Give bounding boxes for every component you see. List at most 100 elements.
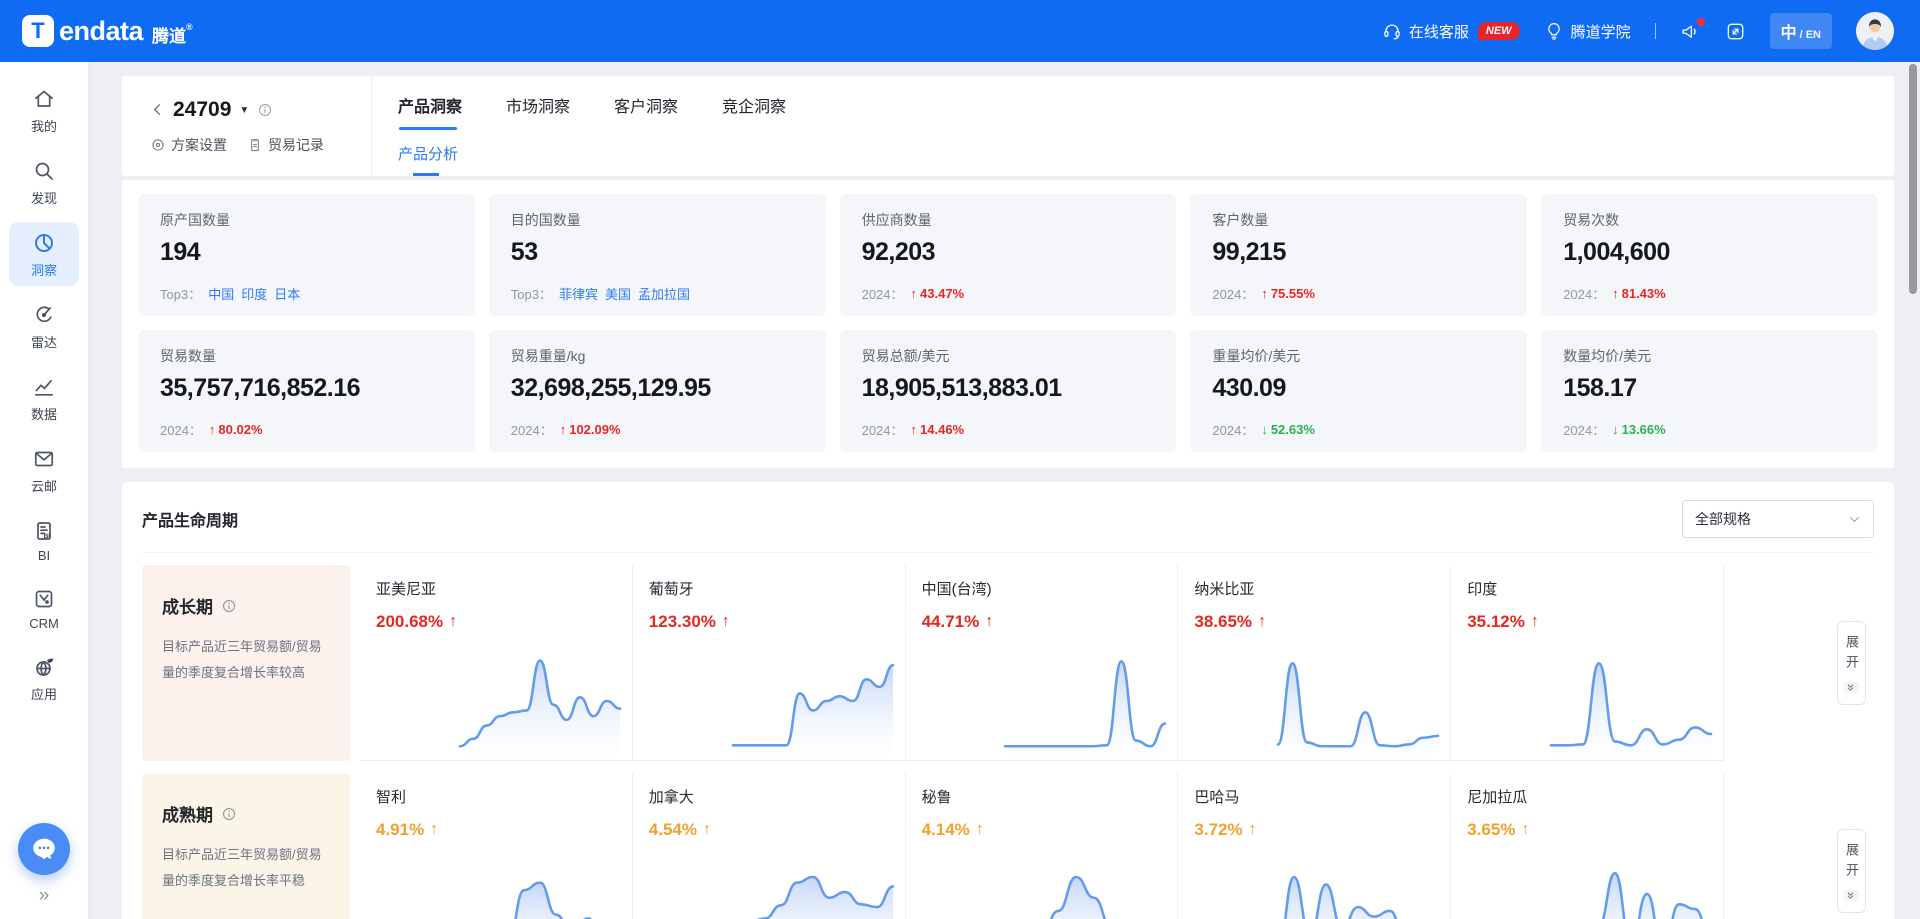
stat-card-title: 重量均价/美元 <box>1212 346 1505 366</box>
spec-filter-select[interactable]: 全部规格 <box>1682 500 1874 538</box>
sparkline-chart <box>1547 648 1715 756</box>
up-arrow-icon: ↑ <box>703 821 711 839</box>
change-value: 14.46% <box>920 422 964 437</box>
tab-market-insight[interactable]: 市场洞察 <box>506 93 570 130</box>
stat-card-value: 1,004,600 <box>1563 238 1856 267</box>
lifecycle-cell[interactable]: 葡萄牙 123.30%↑ <box>633 565 906 761</box>
lifecycle-cell[interactable]: 秘鲁 4.14%↑ <box>906 773 1179 919</box>
double-chevron-down-icon: » <box>1844 682 1859 693</box>
online-service-button[interactable]: 在线客服 NEW <box>1382 21 1520 42</box>
info-icon[interactable] <box>221 598 237 614</box>
top3-country-link[interactable]: 日本 <box>274 284 300 303</box>
home-icon <box>32 87 56 111</box>
up-arrow-icon: ↑ <box>560 422 567 437</box>
growth-pct: 123.30% <box>649 612 716 632</box>
top3-country-link[interactable]: 印度 <box>241 284 267 303</box>
stat-card-value: 35,757,716,852.16 <box>160 374 453 403</box>
announcements-button[interactable] <box>1680 21 1701 42</box>
sparkline-chart <box>1001 648 1169 756</box>
fullscreen-button[interactable] <box>1725 21 1746 42</box>
sidebar-item-insight[interactable]: 洞察 <box>9 222 79 286</box>
plan-settings-button[interactable]: 方案设置 <box>150 135 227 155</box>
up-arrow-icon: ↑ <box>1612 286 1619 301</box>
top3-country-link[interactable]: 中国 <box>208 284 234 303</box>
info-icon[interactable] <box>257 102 273 118</box>
lifecycle-cell[interactable]: 巴哈马 3.72%↑ <box>1178 773 1451 919</box>
stat-card-footer: 2024： ↑102.09% <box>511 420 804 439</box>
logo-text: endata <box>59 16 143 47</box>
expand-button[interactable]: 展开 » <box>1837 829 1866 913</box>
tab-product-insight[interactable]: 产品洞察 <box>398 93 462 130</box>
trade-records-button[interactable]: 贸易记录 <box>247 135 324 155</box>
lifecycle-cell[interactable]: 中国(台湾) 44.71%↑ <box>906 565 1179 761</box>
growth-pct: 3.72% <box>1194 820 1242 840</box>
sidebar-collapse-button[interactable]: » <box>39 885 50 907</box>
year-label: 2024： <box>1563 420 1605 439</box>
lifecycle-cell[interactable]: 亚美尼亚 200.68%↑ <box>360 565 633 761</box>
sidebar-item-mine[interactable]: 我的 <box>9 78 79 142</box>
change-value: 52.63% <box>1271 422 1315 437</box>
sidebar-item-crm[interactable]: CRM <box>9 578 79 638</box>
back-icon[interactable] <box>150 102 165 117</box>
main-content: 24709 ▼ 方案设置 贸易记录 产品洞察 市场洞察 客户洞察 竞企 <box>88 62 1920 919</box>
change-value: 75.55% <box>1271 286 1315 301</box>
expand-icon <box>1725 21 1746 42</box>
sidebar-item-discover[interactable]: 发现 <box>9 150 79 214</box>
tab-competitor-insight[interactable]: 竞企洞察 <box>722 93 786 130</box>
stat-card-value: 32,698,255,129.95 <box>511 374 804 403</box>
change-value: 43.47% <box>920 286 964 301</box>
user-avatar-illustration <box>1856 12 1894 50</box>
phase-description: 目标产品近三年贸易额/贸易量的季度复合增长率较高 <box>162 634 330 686</box>
stat-card-title: 供应商数量 <box>862 210 1155 230</box>
chat-fab-button[interactable] <box>18 823 70 875</box>
tab-customer-insight[interactable]: 客户洞察 <box>614 93 678 130</box>
sparkline-chart <box>1274 648 1442 756</box>
country-label: 印度 <box>1467 578 1707 599</box>
sidebar-item-data[interactable]: 数据 <box>9 366 79 430</box>
lifecycle-cell[interactable]: 纳米比亚 38.65%↑ <box>1178 565 1451 761</box>
data-chart-icon <box>32 375 56 399</box>
up-arrow-icon: ↑ <box>1261 286 1268 301</box>
up-arrow-icon: ↑ <box>449 613 457 631</box>
subtab-product-analysis[interactable]: 产品分析 <box>398 130 458 176</box>
language-toggle[interactable]: 中 / EN <box>1770 13 1832 49</box>
year-label: 2024： <box>1212 284 1254 303</box>
year-label: 2024： <box>1563 284 1605 303</box>
stat-card-value: 158.17 <box>1563 374 1856 403</box>
lifecycle-cell[interactable]: 尼加拉瓜 3.65%↑ <box>1451 773 1724 919</box>
vertical-scrollbar[interactable] <box>1909 64 1917 294</box>
info-icon[interactable] <box>221 806 237 822</box>
sidebar-item-apps[interactable]: 应用 <box>9 646 79 710</box>
notification-dot <box>1697 18 1705 26</box>
sidebar-item-label: CRM <box>29 616 59 631</box>
tendata-logo[interactable]: T endata 腾道® <box>22 15 193 47</box>
academy-button[interactable]: 腾道学院 <box>1544 21 1631 42</box>
sidebar-item-bi[interactable]: BI BI <box>9 510 79 570</box>
top3-country-link[interactable]: 美国 <box>605 284 631 303</box>
stat-card-customers: 客户数量 99,215 2024： ↑75.55% <box>1190 194 1527 316</box>
registered-mark: ® <box>186 22 193 32</box>
plan-id[interactable]: 24709 <box>173 98 231 122</box>
change-value: 80.02% <box>218 422 262 437</box>
lifecycle-cell[interactable]: 印度 35.12%↑ <box>1451 565 1724 761</box>
logo-mark-icon: T <box>22 15 54 47</box>
stat-card-title: 贸易次数 <box>1563 210 1856 230</box>
top3-country-link[interactable]: 菲律宾 <box>559 284 598 303</box>
expand-button[interactable]: 展开 » <box>1837 621 1866 705</box>
avatar[interactable] <box>1856 12 1894 50</box>
lifecycle-cell[interactable]: 智利 4.91%↑ <box>360 773 633 919</box>
lifecycle-cell[interactable]: 加拿大 4.54%↑ <box>633 773 906 919</box>
year-label: 2024： <box>862 420 904 439</box>
top3-country-link[interactable]: 孟加拉国 <box>638 284 690 303</box>
plan-dropdown-caret-icon[interactable]: ▼ <box>239 105 249 116</box>
country-label: 葡萄牙 <box>649 578 889 599</box>
crm-icon <box>32 587 56 611</box>
sparkline-chart <box>729 648 897 756</box>
sidebar-item-label: 应用 <box>31 684 57 703</box>
stat-card-footer: 2024： ↑80.02% <box>160 420 453 439</box>
phase-panel-mature: 成熟期 目标产品近三年贸易额/贸易量的季度复合增长率平稳 <box>142 773 350 919</box>
up-arrow-icon: ↑ <box>911 286 918 301</box>
sidebar-item-radar[interactable]: 雷达 <box>9 294 79 358</box>
year-label: 2024： <box>862 284 904 303</box>
sidebar-item-cloudmail[interactable]: 云邮 <box>9 438 79 502</box>
